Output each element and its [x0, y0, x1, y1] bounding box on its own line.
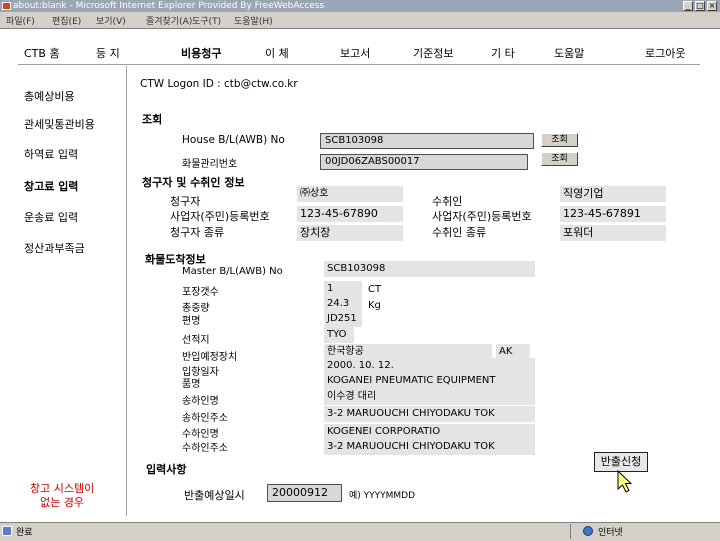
recipient-label: 수취인 [432, 195, 463, 208]
release-request-button[interactable]: 반출신청 [594, 452, 648, 472]
claimant-value: ㈜상호 [297, 186, 403, 202]
sidebar-item-handling[interactable]: 하역료 입력 [24, 146, 78, 162]
minimize-icon[interactable]: _ [683, 1, 693, 11]
weight-unit: Kg [368, 300, 381, 311]
nav-home[interactable]: CTB 홈 [24, 45, 60, 61]
sidebar-item-storage[interactable]: 창고료 입력 [24, 178, 78, 194]
packages-value: 1 [324, 281, 362, 297]
consignee-addr-value: 3-2 MARUOUCHI CHIYODAKU TOK [324, 439, 535, 455]
menu-bar: 파일(F) 편집(E) 보기(V) 즐겨찾기(A) 도구(T) 도움말(H) [0, 12, 720, 29]
consignee-label: 수하인명 [182, 429, 219, 440]
claimant-label: 청구자 [170, 195, 201, 208]
mouse-cursor-icon [617, 470, 633, 493]
cargo-no-input[interactable]: 00JD06ZABS00017 [320, 154, 528, 170]
claimant-reg-label: 사업자(주민)등록번호 [170, 210, 270, 223]
packages-label: 포장갯수 [182, 287, 219, 298]
nav-register[interactable]: 등 지 [96, 45, 120, 61]
recipient-reg-label: 사업자(주민)등록번호 [432, 210, 532, 223]
cargo-heading: 화물도착정보 [145, 253, 206, 266]
consignee-value: KOGENEI CORPORATIO [324, 424, 535, 440]
packages-unit: CT [368, 284, 382, 295]
ie-icon [2, 2, 11, 10]
status-text: 완료 [16, 528, 33, 538]
close-icon[interactable]: × [707, 1, 717, 11]
menu-favorites[interactable]: 즐겨찾기(A) [146, 14, 192, 27]
house-bl-search-button[interactable]: 조회 [541, 133, 578, 147]
recipient-type-label: 수취인 종류 [432, 226, 487, 239]
sidebar-divider [126, 66, 127, 516]
window-title-bar: about:blank - Microsoft Internet Explore… [0, 0, 720, 12]
nav-reports[interactable]: 보고서 [340, 45, 370, 61]
item-value: KOGANEI PNEUMATIC EQUIPMENT [324, 373, 535, 389]
weight-value: 24.3 [324, 296, 362, 312]
consignee-addr-label: 수하인주소 [182, 443, 228, 454]
sidebar-item-settlement[interactable]: 정산과부족금 [24, 240, 85, 256]
sidebar-item-transport[interactable]: 운송료 입력 [24, 209, 78, 225]
storage-label: 반입예정장치 [182, 352, 238, 363]
release-date-label: 반출예상일시 [184, 489, 245, 502]
master-bl-value: SCB103098 [324, 261, 535, 277]
release-date-input[interactable]: 20000912 [267, 484, 342, 502]
sidebar-item-customs[interactable]: 관세및통관비용 [24, 116, 95, 132]
origin-label: 선적지 [182, 335, 210, 346]
input-heading: 입력사항 [146, 463, 187, 476]
nav-transfer[interactable]: 이 체 [265, 45, 289, 61]
shipper-value: 이수경 대리 [324, 389, 535, 405]
release-date-hint: 예) YYYYMMDD [349, 491, 416, 501]
sidebar-item-total-cost[interactable]: 총예상비용 [24, 88, 75, 104]
parties-heading: 청구자 및 수취인 정보 [142, 176, 245, 189]
nav-help[interactable]: 도움말 [554, 45, 584, 61]
status-divider [570, 524, 571, 539]
logon-id: CTW Logon ID : ctb@ctw.co.kr [140, 78, 298, 90]
menu-help[interactable]: 도움말(H) [234, 14, 273, 27]
search-heading: 조회 [142, 113, 163, 126]
nav-divider [18, 64, 700, 65]
claimant-reg-value: 123-45-67890 [297, 206, 403, 222]
claimant-type-value: 장치장 [297, 225, 403, 241]
cargo-no-label: 화물관리번호 [182, 159, 238, 170]
maximize-icon[interactable]: □ [695, 1, 705, 11]
internet-zone-icon [583, 526, 593, 536]
shipper-label: 송하인명 [182, 396, 219, 407]
item-label: 품명 [182, 379, 201, 390]
nav-master-data[interactable]: 기준정보 [413, 45, 453, 61]
nav-logout[interactable]: 로그아웃 [645, 45, 685, 61]
menu-view[interactable]: 보기(V) [96, 14, 126, 27]
nav-etc[interactable]: 기 타 [491, 45, 515, 61]
menu-edit[interactable]: 편집(E) [52, 14, 81, 27]
claimant-type-label: 청구자 종류 [170, 226, 225, 239]
house-bl-input[interactable]: SCB103098 [320, 133, 534, 149]
recipient-value: 직영기업 [560, 186, 666, 202]
recipient-reg-value: 123-45-67891 [560, 206, 666, 222]
house-bl-label: House B/L(AWB) No [182, 134, 285, 146]
flight-value: JD251 [324, 311, 362, 327]
window-title: about:blank - Microsoft Internet Explore… [13, 1, 325, 11]
cargo-no-search-button[interactable]: 조회 [541, 152, 578, 166]
menu-tools[interactable]: 도구(T) [192, 14, 221, 27]
nav-billing[interactable]: 비용청구 [181, 45, 221, 61]
page-icon [2, 526, 12, 536]
status-bar: 완료 인터넷 [0, 522, 720, 541]
zone-text: 인터넷 [598, 528, 623, 538]
entry-date-value: 2000. 10. 12. [324, 358, 535, 374]
menu-file[interactable]: 파일(F) [6, 14, 35, 27]
sidebar-footer-line2: 없는 경우 [40, 496, 84, 509]
origin-value: TYO [324, 327, 354, 343]
recipient-type-value: 포워더 [560, 225, 666, 241]
shipper-addr-value: 3-2 MARUOUCHI CHIYODAKU TOK [324, 406, 535, 422]
shipper-addr-label: 송하인주소 [182, 413, 228, 424]
master-bl-label: Master B/L(AWB) No [182, 266, 283, 277]
flight-label: 편명 [182, 316, 201, 327]
